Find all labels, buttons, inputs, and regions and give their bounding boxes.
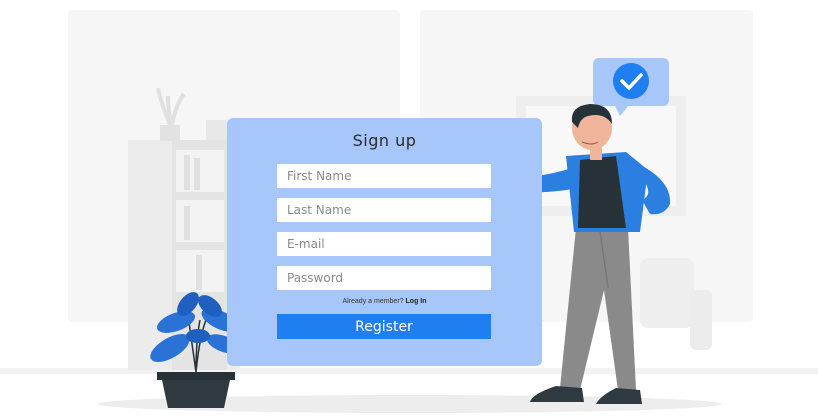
register-button[interactable]: Register [277,314,491,339]
floor [0,368,818,374]
first-name-input[interactable] [277,164,491,188]
member-prompt: Already a member? [342,298,404,305]
email-input[interactable] [277,232,491,256]
bookshelf-illustration [128,120,240,370]
login-link[interactable]: Log In [406,298,427,305]
plant-pot [162,380,230,408]
member-prompt-line: Already a member? Log In [227,298,542,305]
plant-pot-rim [157,372,235,380]
check-circle [613,63,649,99]
page-title: Sign up [352,131,417,150]
signup-card: Sign up Already a member? Log In Registe… [227,118,542,366]
last-name-input[interactable] [277,198,491,222]
password-input[interactable] [277,266,491,290]
